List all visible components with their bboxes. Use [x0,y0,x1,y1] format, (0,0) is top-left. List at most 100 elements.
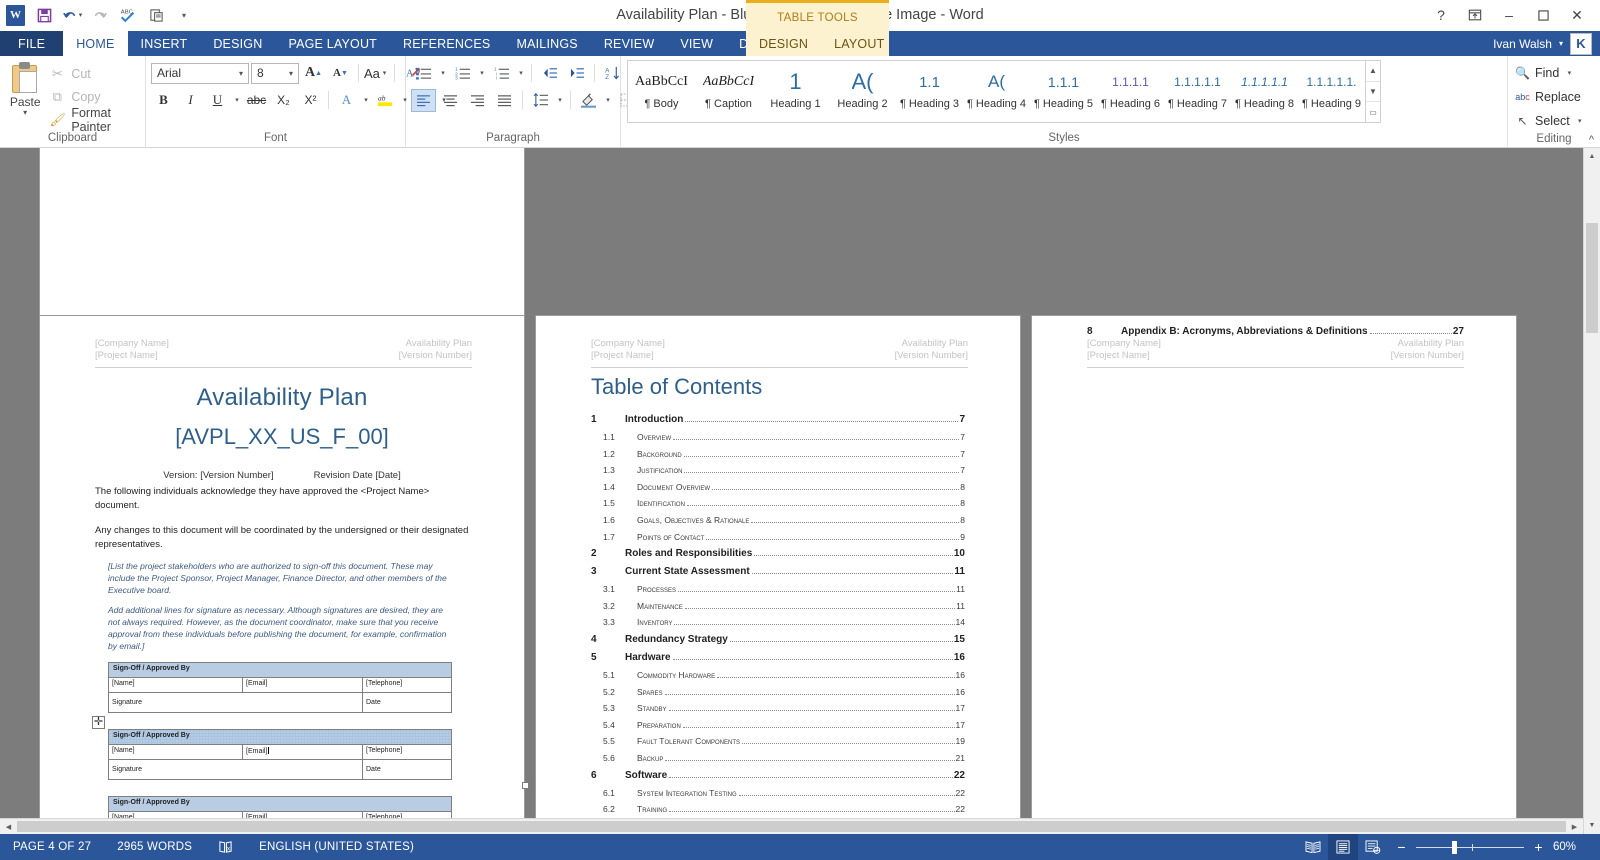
hscroll-left-button[interactable]: ◀ [0,819,17,834]
bullets-button[interactable] [411,62,436,85]
strikethrough-button[interactable]: abc [244,89,269,112]
shading-chevron-down-icon[interactable]: ▾ [603,96,613,104]
line-spacing-chevron-down-icon[interactable]: ▾ [555,96,565,104]
style-heading-6[interactable]: 1.1.1.1¶ Heading 6 [1097,61,1164,122]
vscroll-up-button[interactable]: ▲ [1584,148,1600,165]
underline-button[interactable]: U [205,89,230,112]
style-heading-2[interactable]: A(Heading 2 [829,61,896,122]
format-painter-button[interactable]: 🖌 Format Painter [45,109,140,130]
document-page-4[interactable]: [Company Name] [Project Name] Availabili… [40,316,524,834]
date-cell[interactable]: Date [363,693,452,713]
signoff-table-1[interactable]: Sign-Off / Approved By[Name][Email][Tele… [40,662,524,713]
font-name-chevron-down-icon[interactable]: ▾ [236,69,246,78]
minimize-button[interactable]: – [1492,2,1526,28]
signature-cell[interactable]: Signature [109,760,363,780]
style-caption[interactable]: AaBbCcI¶ Caption [695,61,762,122]
table-move-handle-icon[interactable]: ✛ [92,716,105,729]
redo-icon[interactable] [87,3,113,27]
toc-entry[interactable]: 1.5Identification8 [591,498,965,515]
superscript-button[interactable]: X² [298,89,323,112]
collapse-ribbon-button[interactable]: ^ [1589,134,1594,146]
select-button[interactable]: ↖ Select ▾ [1513,110,1585,132]
signoff-cell[interactable]: [Name] [109,678,243,693]
signoff-cell[interactable]: [Telephone] [363,745,452,760]
toc-entry[interactable]: 5.5Fault Tolerant Components19 [591,736,965,753]
toc-entry[interactable]: 1Introduction7 [591,414,965,432]
italic-button[interactable]: I [178,89,203,112]
subscript-button[interactable]: X₂ [271,89,296,112]
toc-entry[interactable]: 3.3Inventory14 [591,617,965,634]
paste-chevron-down-icon[interactable]: ▾ [23,110,27,116]
align-right-button[interactable] [465,89,490,112]
toc-entry[interactable]: 1.6Goals, Objectives & Rationale8 [591,515,965,532]
toc-entry[interactable]: 1.1Overview7 [591,432,965,449]
text-effects-chevron-down-icon[interactable]: ▾ [361,96,371,104]
numbering-button[interactable]: 123 [450,62,475,85]
tab-table-layout[interactable]: LAYOUT [821,31,897,56]
style-heading-7[interactable]: 1.1.1.1.1¶ Heading 7 [1164,61,1231,122]
tab-view[interactable]: VIEW [667,31,726,56]
hscroll-thumb[interactable] [17,821,1566,832]
read-mode-view-button[interactable] [1298,834,1328,860]
toc-entry[interactable]: 5.6Backup21 [591,753,965,770]
toc-entry[interactable]: 3.1Processes11 [591,584,965,601]
replace-button[interactable]: abc Replace [1513,86,1581,108]
text-highlight-color-button[interactable]: ab [373,89,398,112]
style-heading-8[interactable]: 1.1.1.1.1¶ Heading 8 [1231,61,1298,122]
multilevel-list-button[interactable]: 1ii [489,62,514,85]
toc-entry[interactable]: 5.4Preparation17 [591,720,965,737]
style-heading-5[interactable]: 1.1.1¶ Heading 5 [1030,61,1097,122]
spelling-grammar-icon[interactable]: ABC [115,3,141,27]
signoff-cell[interactable]: [Email] [243,745,363,760]
justify-button[interactable] [492,89,517,112]
close-button[interactable]: ✕ [1560,2,1594,28]
word-count[interactable]: 2965 WORDS [104,841,205,853]
find-button[interactable]: 🔍 Find ▾ [1513,62,1574,84]
align-left-button[interactable] [411,89,436,112]
zoom-in-button[interactable]: + [1533,839,1544,855]
copy-button[interactable]: ⧉ Copy [45,86,140,107]
shading-button[interactable] [576,89,601,112]
cut-button[interactable]: ✂ Cut [45,63,140,84]
signoff-cell[interactable]: [Name] [109,745,243,760]
toc-entry[interactable]: 5.2Spares16 [591,687,965,704]
horizontal-scrollbar[interactable]: ◀ ▶ [0,818,1583,834]
style-heading-9[interactable]: 1.1.1.1.1.¶ Heading 9 [1298,61,1365,122]
paste-button[interactable]: Paste ▾ [5,60,45,116]
style-heading-1[interactable]: 1Heading 1 [762,61,829,122]
toc-entry[interactable]: 5Hardware16 [591,652,965,670]
page-indicator[interactable]: PAGE 4 OF 27 [0,841,104,853]
toc-entry[interactable]: 6.1System Integration Testing22 [591,788,965,805]
style-body[interactable]: AaBbCcI¶ Body [628,61,695,122]
web-layout-view-button[interactable] [1358,834,1388,860]
undo-icon[interactable]: ▾ [59,3,85,27]
vscroll-thumb[interactable] [1586,223,1598,333]
language-indicator[interactable]: ENGLISH (UNITED STATES) [246,841,427,853]
vscroll-track[interactable] [1584,165,1600,817]
signoff-cell[interactable]: [Telephone] [363,678,452,693]
align-center-button[interactable] [438,89,463,112]
font-name-combo[interactable]: Arial ▾ [151,63,249,84]
numbering-chevron-down-icon[interactable]: ▾ [477,69,487,77]
underline-chevron-down-icon[interactable]: ▾ [232,96,242,104]
toc-entry[interactable]: 3Current State Assessment11 [591,566,965,584]
styles-scroll-down-button[interactable]: ▼ [1366,82,1380,103]
increase-indent-button[interactable] [564,62,589,85]
document-page-5[interactable]: [Company Name] [Project Name] Availabili… [536,316,1020,834]
font-size-chevron-down-icon[interactable]: ▾ [286,69,296,78]
tab-page-layout[interactable]: PAGE LAYOUT [275,31,390,56]
tab-table-design[interactable]: DESIGN [746,31,821,56]
styles-gallery-scroll[interactable]: ▲ ▼ ▭ [1366,60,1381,123]
save-icon[interactable] [31,3,57,27]
change-case-button[interactable]: Aa▾ [364,62,389,85]
zoom-slider[interactable] [1416,834,1524,860]
multilevel-chevron-down-icon[interactable]: ▾ [516,69,526,77]
styles-gallery[interactable]: AaBbCcI¶ BodyAaBbCcI¶ Caption1Heading 1A… [627,60,1366,123]
toc-entry[interactable]: 3.2Maintenance11 [591,601,965,618]
toc-entry[interactable]: 4Redundancy Strategy15 [591,634,965,652]
table-resize-handle-icon[interactable] [522,782,529,789]
tab-insert[interactable]: INSERT [128,31,201,56]
table-of-contents[interactable]: 1Introduction71.1Overview71.2Background7… [591,414,965,834]
signoff-table-2[interactable]: Sign-Off / Approved By[Name][Email][Tele… [40,729,524,780]
style-heading-4[interactable]: A(¶ Heading 4 [963,61,1030,122]
